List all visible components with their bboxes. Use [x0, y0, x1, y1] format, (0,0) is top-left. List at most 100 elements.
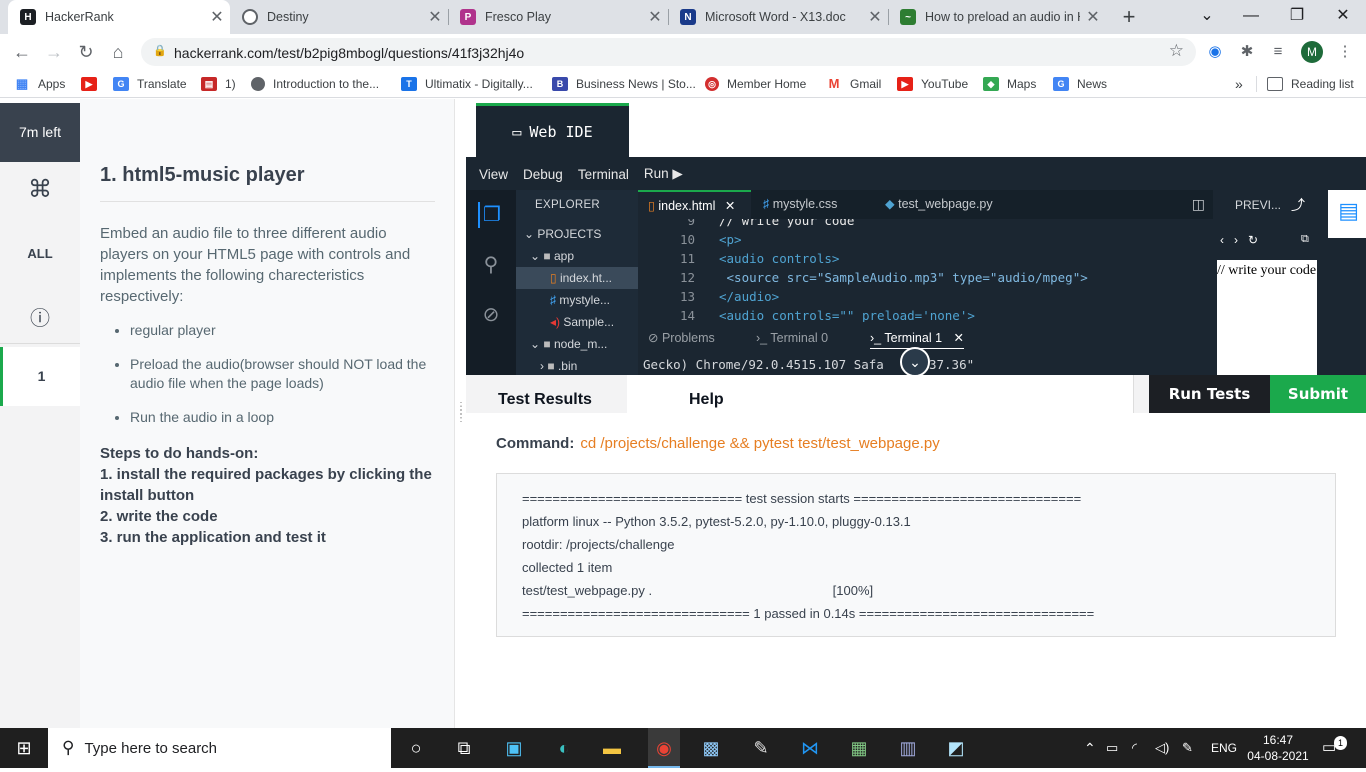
app-icon-4[interactable]: ▥ [895, 736, 921, 760]
open-preview-icon[interactable]: ⤴ [1291, 195, 1305, 215]
bookmark-member-home[interactable]: ◎ Member Home [705, 75, 806, 93]
menu-dots-icon[interactable]: ⋮ [1335, 42, 1355, 62]
editor-tab-mystyle[interactable]: ♯ mystyle.css [753, 190, 873, 219]
info-icon[interactable]: ⓘ [0, 302, 80, 331]
tab-search-icon[interactable]: ⌄ [1184, 0, 1230, 32]
tree-item-mystyle[interactable]: ♯ mystyle... [516, 289, 638, 311]
task-view-icon[interactable]: ⧉ [451, 736, 477, 760]
terminal-0-tab[interactable]: ›_ Terminal 0 [756, 327, 828, 349]
menu-terminal[interactable]: Terminal [578, 167, 629, 182]
close-tab-icon[interactable]: ✕ [642, 7, 668, 27]
new-tab-button[interactable]: + [1116, 4, 1142, 30]
app-icon-3[interactable]: ▦ [846, 736, 872, 760]
chrome-icon[interactable]: ◉ [648, 728, 680, 768]
close-tab-icon[interactable]: ✕ [204, 7, 230, 27]
bookmark-apps[interactable]: ▦ Apps [14, 75, 66, 93]
store-icon[interactable]: ▣ [501, 736, 527, 760]
menu-debug[interactable]: Debug [523, 167, 563, 182]
browser-tab-fresco-play[interactable]: P Fresco Play ✕ [448, 0, 668, 34]
bookmark-introduction[interactable]: Introduction to the... [251, 75, 379, 93]
menu-view[interactable]: View [479, 167, 508, 182]
all-questions-button[interactable]: ALL [0, 246, 80, 261]
minimize-button[interactable]: — [1228, 0, 1274, 32]
bookmark-1[interactable]: ▤ 1) [201, 75, 236, 93]
forward-icon[interactable]: → [42, 40, 66, 64]
bookmark-youtube-1[interactable]: ▶ [81, 75, 105, 93]
layout-icon[interactable]: ▤ [1338, 198, 1359, 224]
close-tab-icon[interactable]: ✕ [725, 199, 735, 213]
tree-item-index-html[interactable]: ▯ index.ht... [516, 267, 638, 289]
tree-item-bin[interactable]: › ■ .bin [516, 355, 638, 377]
extensions-icon[interactable]: ✱ [1237, 42, 1257, 62]
restore-button[interactable]: ❐ [1274, 0, 1320, 32]
app-icon-2[interactable]: ✎ [748, 736, 774, 760]
profile-avatar[interactable]: M [1301, 41, 1323, 63]
split-editor-icon[interactable]: ◫ [1192, 196, 1205, 213]
results-scrollbar[interactable] [1133, 375, 1149, 413]
editor-tab-test-webpage[interactable]: ◆ test_webpage.py [875, 190, 1025, 219]
collapse-chevron-icon[interactable]: ⌄ [900, 347, 930, 377]
editor-tab-index-html[interactable]: ▯ index.html ✕ [638, 190, 751, 219]
back-icon[interactable]: ← [10, 40, 34, 64]
bookmark-maps[interactable]: ◆ Maps [983, 75, 1036, 93]
preview-nav-icons[interactable]: ‹›↻ [1220, 233, 1268, 247]
cortana-icon[interactable]: ○ [403, 736, 429, 760]
taskbar-search[interactable]: ⚲ Type here to search [48, 728, 391, 768]
tree-item-projects[interactable]: ⌄ PROJECTS [516, 223, 638, 245]
terminal-1-tab[interactable]: ›_ Terminal 1 ✕ [870, 327, 965, 349]
reload-icon[interactable]: ↻ [74, 40, 98, 64]
windows-start-icon[interactable]: ⊞ [11, 736, 37, 760]
problems-tab[interactable]: ⊘ Problems [648, 327, 715, 349]
close-terminal-icon[interactable]: ✕ [954, 331, 964, 345]
tab-test-results[interactable]: Test Results [498, 375, 592, 413]
bookmark-translate[interactable]: G Translate [113, 75, 187, 93]
pen-icon[interactable]: ✎ [1182, 728, 1193, 768]
bookmark-ultimatix[interactable]: T Ultimatix - Digitally... [401, 75, 533, 93]
address-bar[interactable]: 🔒 hackerrank.com/test/b2pig8mbogl/questi… [141, 38, 1196, 66]
battery-icon[interactable]: ▭ [1106, 728, 1118, 768]
run-tests-button[interactable]: Run Tests [1149, 375, 1270, 413]
home-icon[interactable]: ⌂ [106, 40, 130, 64]
volume-icon[interactable]: ◁) [1155, 728, 1169, 768]
clock[interactable]: 16:47 04-08-2021 [1243, 732, 1313, 772]
edge-icon[interactable]: ◐ [551, 736, 577, 760]
app-icon-1[interactable]: ▩ [698, 736, 724, 760]
bookmark-star-icon[interactable]: ☆ [1169, 41, 1184, 61]
close-tab-icon[interactable]: ✕ [422, 7, 448, 27]
vscode-icon[interactable]: ⋈ [797, 736, 823, 760]
question-1-button[interactable]: 1 [0, 347, 80, 406]
files-icon[interactable]: ❐ [478, 202, 504, 228]
debug-icon[interactable]: ⊘ [478, 302, 504, 328]
web-ide-tab[interactable]: ▭ Web IDE [476, 103, 629, 158]
browser-tab-destiny[interactable]: Destiny ✕ [230, 0, 448, 34]
notification-icon[interactable]: ▭ [1322, 728, 1336, 768]
more-bookmarks-button[interactable]: » [1235, 75, 1243, 93]
wifi-icon[interactable]: ◜ [1132, 728, 1137, 768]
bookmark-gmail[interactable]: M Gmail [826, 75, 882, 93]
external-link-icon[interactable]: ⧉ [1301, 233, 1309, 246]
submit-button[interactable]: Submit [1270, 375, 1366, 413]
code-area[interactable]: 9 // write your code 10 <p> 11 <audio contr… [638, 219, 1208, 322]
bookmark-news[interactable]: G News [1053, 75, 1107, 93]
media-control-icon[interactable]: ≡ [1268, 42, 1288, 62]
close-tab-icon[interactable]: ✕ [1080, 7, 1106, 27]
search-icon[interactable]: ⚲ [478, 252, 504, 278]
language-indicator[interactable]: ENG [1211, 728, 1237, 768]
close-tab-icon[interactable]: ✕ [862, 7, 888, 27]
app-icon-5[interactable]: ◩ [943, 736, 969, 760]
menu-run[interactable]: Run ▶ [644, 166, 683, 182]
reading-list-button[interactable]: Reading list [1267, 75, 1354, 93]
file-explorer-icon[interactable]: ▬ [599, 736, 625, 760]
grammarly-extension-icon[interactable]: ◉ [1205, 42, 1225, 62]
browser-tab-word[interactable]: N Microsoft Word - X13.doc ✕ [668, 0, 888, 34]
tree-item-sample-audio[interactable]: ◂) Sample... [516, 311, 638, 333]
bookmark-youtube[interactable]: ▶ YouTube [897, 75, 968, 93]
close-window-button[interactable]: ✕ [1320, 0, 1366, 32]
tree-item-app[interactable]: ⌄ ■ app [516, 245, 638, 267]
tab-help[interactable]: Help [627, 375, 1133, 413]
tray-overflow-icon[interactable]: ⌃ [1084, 728, 1096, 768]
browser-tab-preload-audio[interactable]: ~ How to preload an audio in H ✕ [888, 0, 1106, 34]
bookmark-business-news[interactable]: B Business News | Sto... [552, 75, 696, 93]
tree-item-node-modules[interactable]: ⌄ ■ node_m... [516, 333, 638, 355]
command-icon[interactable]: ⌘ [0, 175, 80, 204]
